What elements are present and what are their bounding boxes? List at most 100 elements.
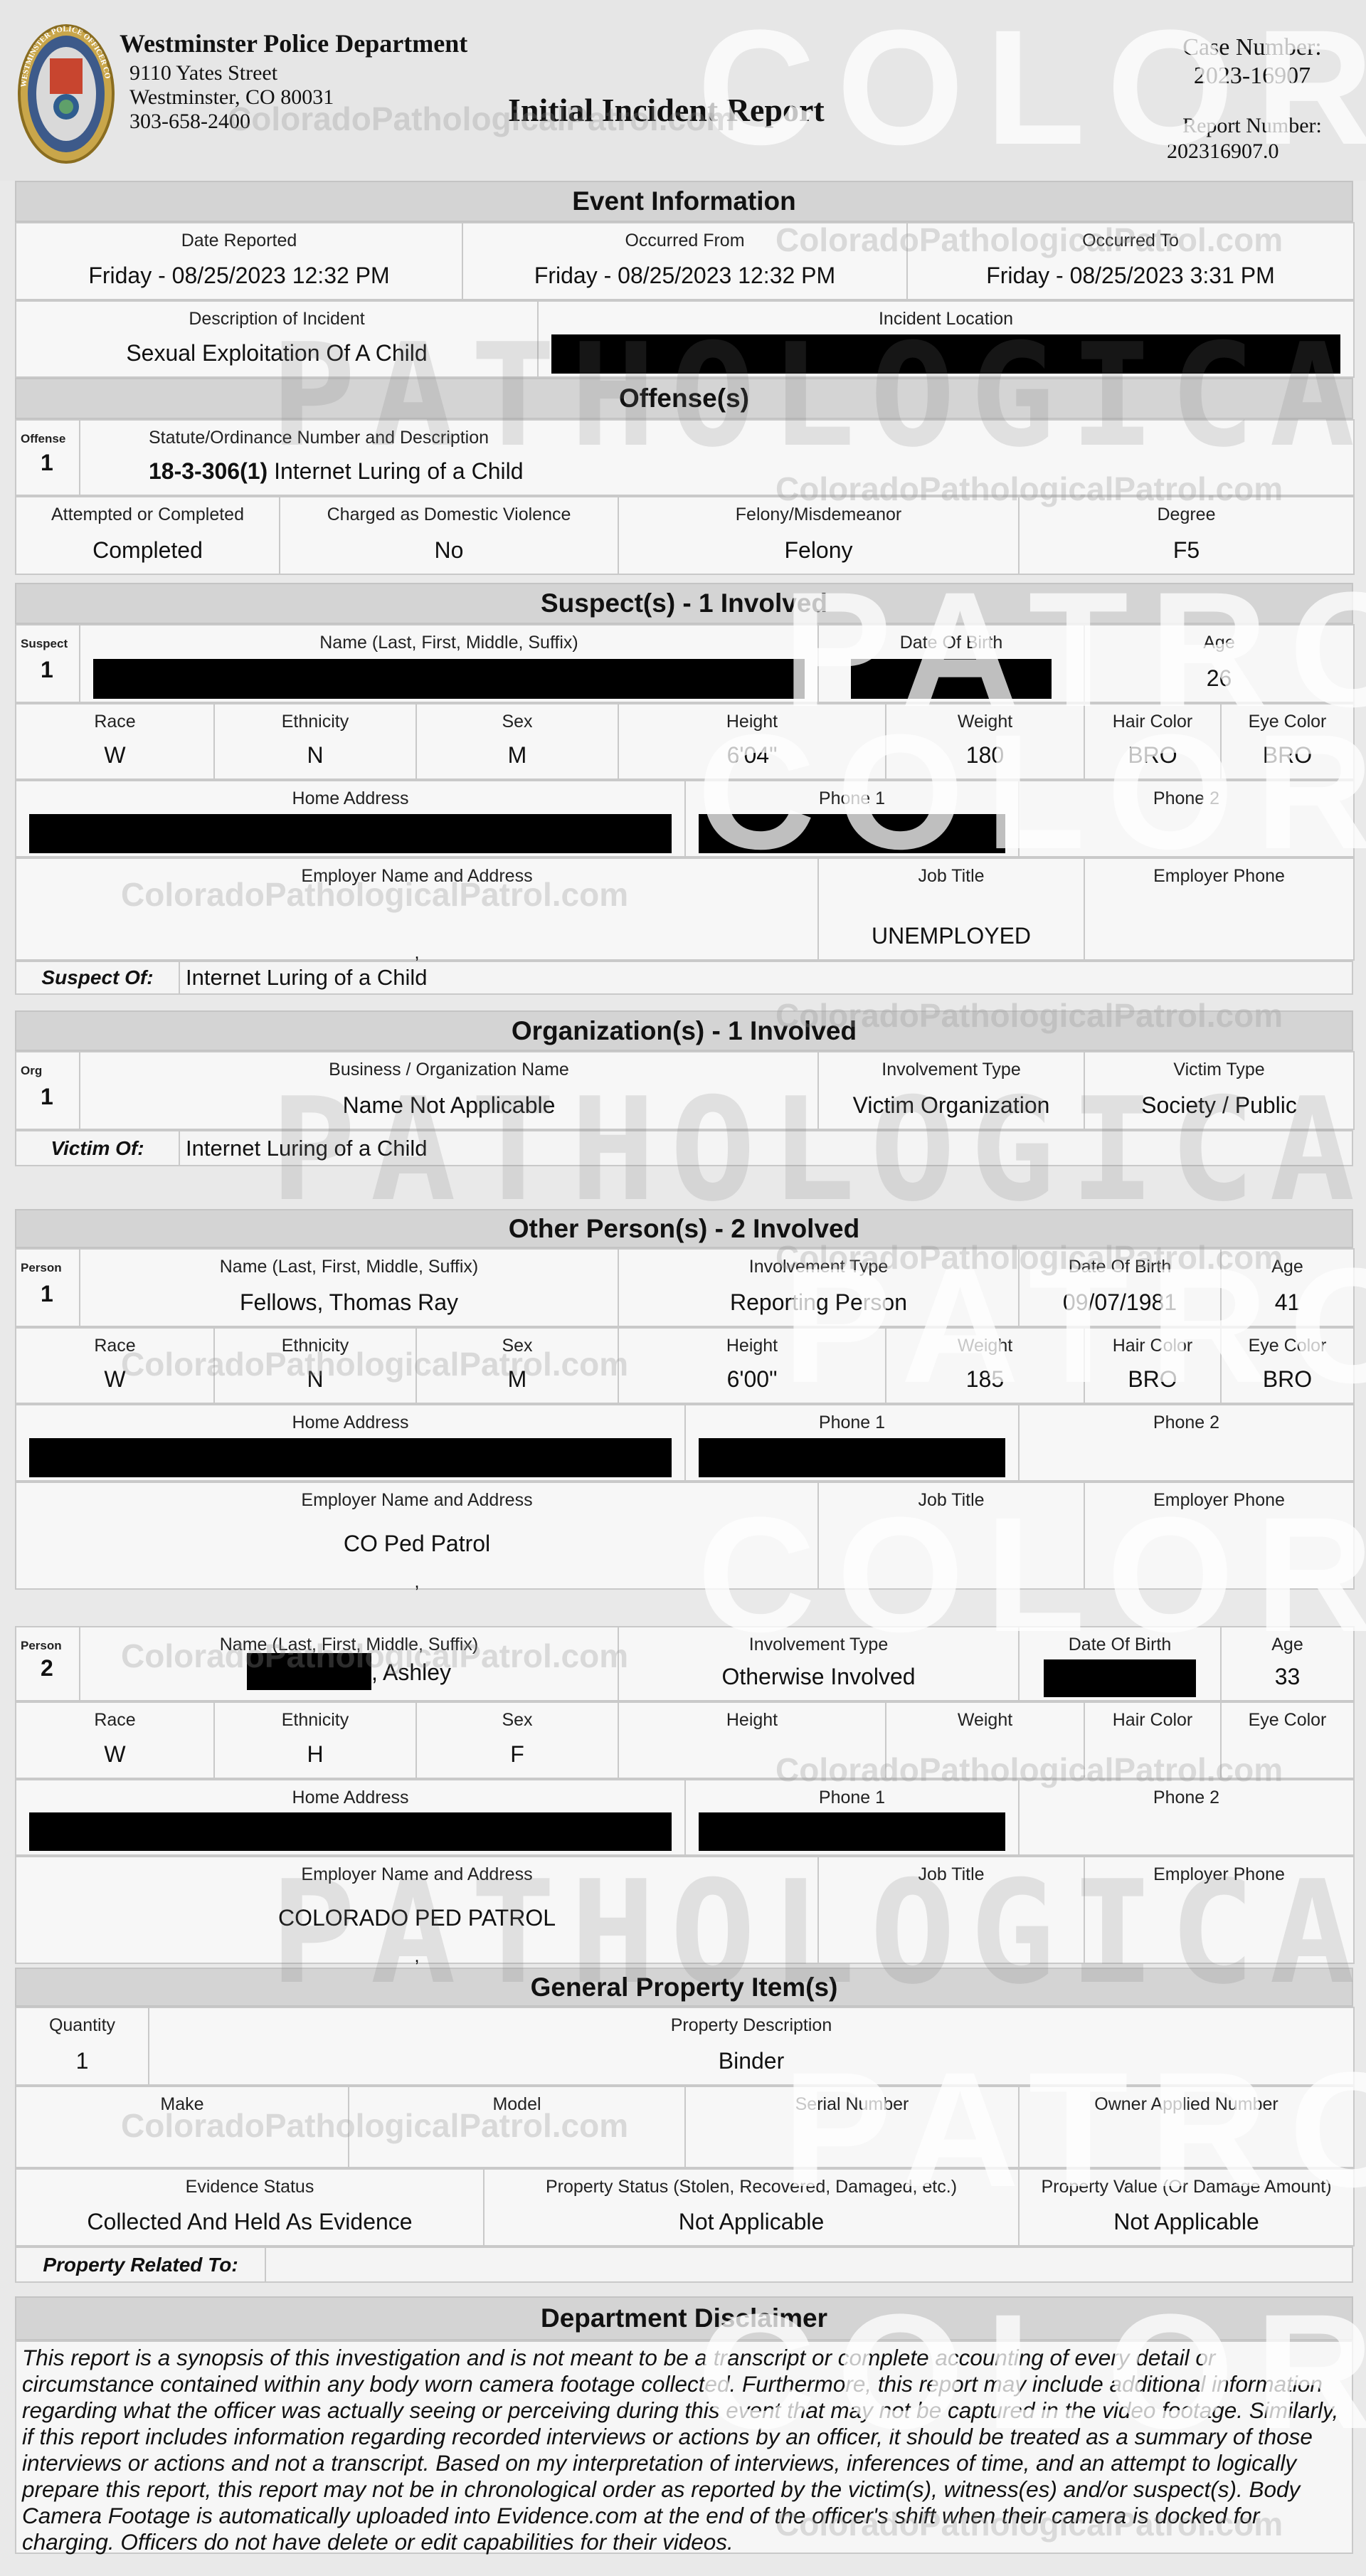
field-incident-location: Incident Location [537, 300, 1355, 378]
field-label: Weight [957, 712, 1013, 732]
form-row: Person 2 Name (Last, First, Middle, Suffix… [0, 1626, 1366, 1701]
field-value-text: Felony [784, 537, 853, 563]
form-row: Employer Name and Address COLORADO PED PA… [0, 1856, 1366, 1966]
field-value: 1 [16, 2048, 148, 2074]
field-sex: Sex F [415, 1701, 619, 1779]
field-label: Weight [957, 1710, 1013, 1730]
department-address-line1: 9110 Yates Street [129, 61, 278, 85]
field-phone-2: Phone 2 [1018, 1779, 1355, 1856]
field-value-text: Victim Organization [852, 1092, 1050, 1118]
field-value-text: 185 [965, 1366, 1005, 1392]
field-name-last-first-middle-suffix: Name (Last, First, Middle, Suffix) , Ashl… [79, 1626, 619, 1701]
field-value-text: , Ashley [371, 1659, 452, 1685]
field-label: Hair Color [1112, 1336, 1193, 1356]
field-value-text: Otherwise Involved [721, 1664, 916, 1689]
field-value: BRO [1085, 742, 1220, 769]
field-label: Phone 1 [818, 1788, 886, 1807]
field-occurred-from: Occurred From Friday - 08/25/2023 12:32 P… [462, 222, 908, 300]
field-value-text: 1 [75, 2048, 89, 2074]
field-label: Offense [21, 432, 66, 445]
field-label: Ethnicity [281, 712, 349, 732]
field-value: Felony [619, 537, 1018, 564]
department-name: Westminster Police Department [120, 29, 468, 58]
field-value: Society / Public [1085, 1092, 1353, 1119]
field-label: Involvement Type [881, 1060, 1021, 1080]
field-value-text: 6'04" [726, 742, 778, 768]
field-involvement-type: Involvement Type Reporting Person [618, 1248, 1020, 1327]
field-value: Fellows, Thomas Ray [80, 1289, 618, 1316]
field-eye-color: Eye Color [1220, 1701, 1355, 1779]
field-value: Binder [149, 2048, 1353, 2074]
field-date-of-birth: Date Of Birth 09/07/1981 [1018, 1248, 1222, 1327]
field-race: Race W [15, 703, 215, 780]
field-weight: Weight [885, 1701, 1085, 1779]
section-title-orgs: Organization(s) - 1 Involved [15, 1010, 1353, 1051]
field-value-text: N [307, 742, 324, 768]
field-ethnicity: Ethnicity H [213, 1701, 417, 1779]
section-title-offenses: Offense(s) [15, 378, 1353, 419]
field-label: Person [21, 1639, 62, 1652]
field-value-text: BRO [1262, 742, 1313, 768]
field-date-of-birth: Date Of Birth [817, 624, 1085, 703]
related-value: Internet Luring of a Child [186, 1135, 428, 1161]
field-phone-1: Phone 1 [684, 780, 1020, 857]
field-value: F [417, 1741, 618, 1768]
report-number-label: Report Number: [1182, 114, 1322, 137]
field-value-text: Friday - 08/25/2023 12:32 PM [534, 263, 836, 288]
field-label: Business / Organization Name [329, 1060, 569, 1080]
field-label: Property Status (Stolen, Recovered, Dama… [545, 2177, 958, 2197]
field-label: Age [1271, 1635, 1303, 1654]
field-value: Completed [16, 537, 279, 564]
field-value: F5 [1020, 537, 1353, 564]
field-label: Incident Location [878, 309, 1014, 329]
field-employer-name-and-address: Employer Name and Address CO Ped Patrol, [15, 1482, 819, 1592]
field-property-value-or-damage-amount: Property Value (Or Damage Amount) Not App… [1018, 2168, 1355, 2247]
field-job-title: Job Title [817, 1856, 1085, 1964]
field-label: Involvement Type [748, 1635, 889, 1654]
field-label: Weight [957, 1336, 1013, 1356]
field-label: Date Of Birth [899, 633, 1003, 653]
form-row: Employer Name and Address, Job Title UNEMP… [0, 857, 1366, 963]
field-value: Not Applicable [485, 2209, 1018, 2235]
field-label: Home Address [292, 1413, 409, 1432]
field-label: Description of Incident [189, 309, 365, 329]
field-race: Race W [15, 1701, 215, 1779]
report-title: Initial Incident Report [508, 92, 825, 128]
field-label: Name (Last, First, Middle, Suffix) [319, 633, 578, 653]
redaction-box [699, 1812, 1005, 1851]
field-phone-1: Phone 1 [684, 1404, 1020, 1482]
related-label: Property Related To: [16, 2248, 266, 2281]
form-row: Home Address Phone 1 Phone 2 [0, 1404, 1366, 1482]
field-value: N [215, 1366, 415, 1393]
field-label: Sex [502, 1710, 533, 1730]
field-value-text: 26 [1206, 665, 1232, 691]
field-hair-color: Hair Color BRO [1084, 703, 1222, 780]
field-make: Make [15, 2086, 349, 2168]
field-employer-name-and-address: Employer Name and Address COLORADO PED PA… [15, 1856, 819, 1966]
field-label: Felony/Misdemeanor [735, 505, 902, 524]
field-value-text: BRO [1128, 742, 1177, 768]
field-label: Sex [502, 1336, 533, 1356]
field-label: Height [726, 712, 778, 732]
field-value-text: Fellows, Thomas Ray [239, 1289, 459, 1315]
field-employer-phone: Employer Phone [1084, 1482, 1355, 1590]
field-value-text: 6'00" [726, 1366, 778, 1392]
field-label: Sex [502, 712, 533, 732]
case-number: 2023-16907 [1193, 63, 1311, 89]
field-phone-2: Phone 2 [1018, 780, 1355, 857]
field-label: Race [94, 712, 136, 732]
field-date-reported: Date Reported Friday - 08/25/2023 12:32 P… [15, 222, 463, 300]
field-label: Phone 2 [1153, 1788, 1220, 1807]
field-property-description: Property Description Binder [148, 2007, 1355, 2086]
field-label: Property Value (Or Damage Amount) [1041, 2177, 1332, 2197]
field-felony-misdemeanor: Felony/Misdemeanor Felony [618, 496, 1020, 575]
field-value-text: 33 [1274, 1664, 1301, 1689]
field-label: Person [21, 1261, 62, 1274]
section-title-property: General Property Item(s) [15, 1968, 1353, 2007]
field-description-of-incident: Description of Incident Sexual Exploitati… [15, 300, 539, 378]
field-label: Phone 2 [1153, 788, 1220, 808]
field-ethnicity: Ethnicity N [213, 703, 417, 780]
field-job-title: Job Title [817, 1482, 1085, 1590]
field-value: Friday - 08/25/2023 12:32 PM [16, 263, 462, 289]
field-quantity: Quantity 1 [15, 2007, 149, 2086]
